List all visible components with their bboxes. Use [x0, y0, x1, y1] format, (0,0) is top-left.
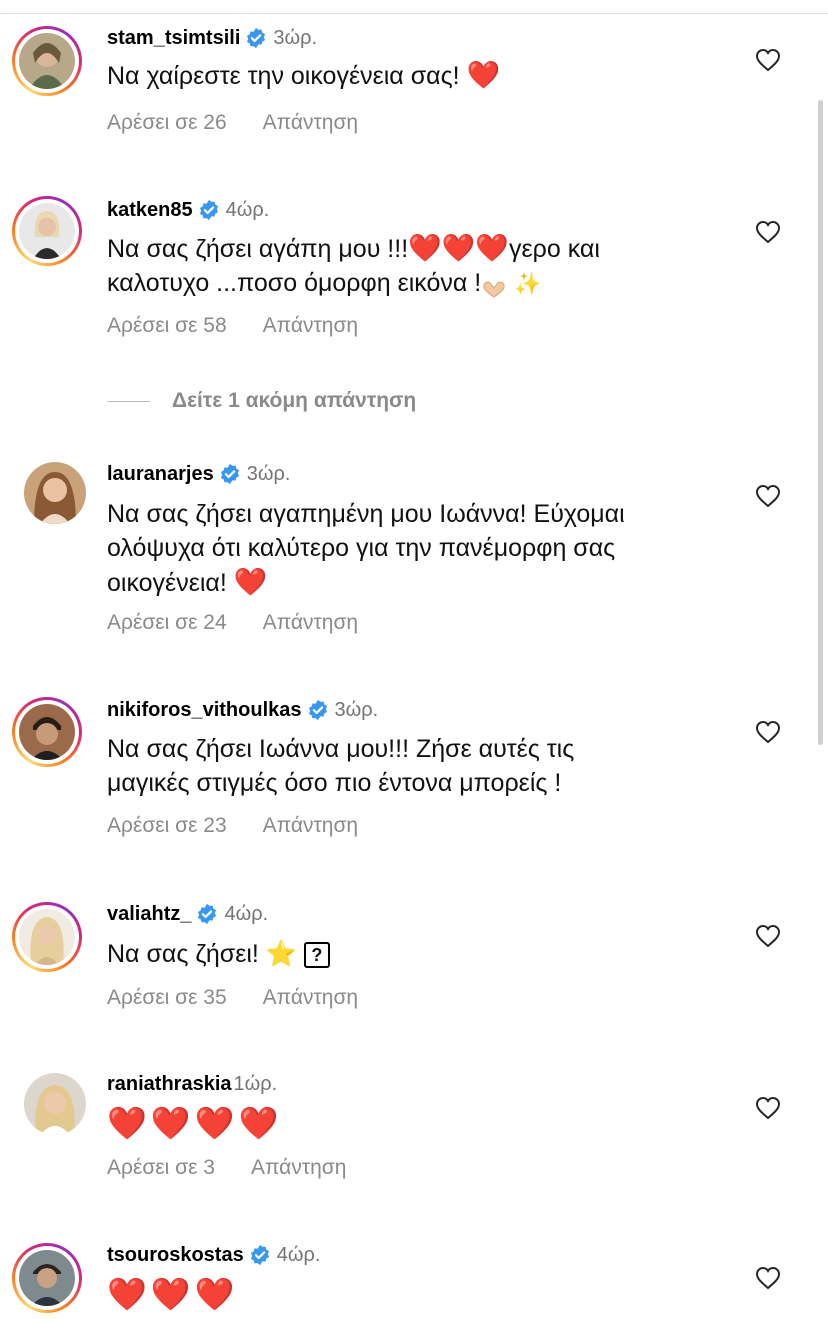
likes-count[interactable]: Αρέσει σε 35 [107, 986, 227, 1009]
comment-text-body: Να σας ζήσει αγαπημένη μου Ιωάννα! Εύχομ… [107, 500, 625, 528]
divider-line [107, 400, 150, 402]
username[interactable]: katken85 [107, 199, 193, 222]
comment-time: 3ώρ. [334, 698, 379, 721]
view-more-replies-button[interactable]: Δείτε 1 ακόμη απάντηση [107, 388, 416, 414]
reply-button[interactable]: Απάντηση [263, 611, 358, 634]
comment-time: 1ώρ. [233, 1072, 278, 1095]
top-divider [0, 13, 828, 14]
comment-time: 3ώρ. [246, 462, 291, 485]
comment-header: tsouroskostas 4ώρ. [107, 1241, 320, 1269]
comment-header: katken85 4ώρ. [107, 196, 269, 224]
avatar[interactable] [24, 462, 86, 524]
more-replies-label[interactable]: Δείτε 1 ακόμη απάντηση [172, 389, 416, 413]
like-heart-icon[interactable] [755, 220, 781, 244]
username[interactable]: tsouroskostas [107, 1244, 244, 1267]
reply-button[interactable]: Απάντηση [251, 1156, 346, 1179]
likes-count[interactable]: Αρέσει σε 26 [107, 111, 227, 134]
avatar[interactable] [12, 902, 82, 972]
comment-text-body: Να χαίρεστε την οικογένεια σας! [107, 62, 467, 90]
username[interactable]: raniathraskia [107, 1073, 232, 1096]
verified-badge-icon [245, 27, 267, 49]
avatar[interactable] [12, 697, 82, 767]
scrollbar[interactable] [818, 100, 823, 745]
comment-header: raniathraskia 1ώρ. [107, 1070, 277, 1098]
avatar[interactable] [12, 26, 82, 96]
likes-count[interactable]: Αρέσει σε 23 [107, 814, 227, 837]
comment-header: nikiforos_vithoulkas 3ώρ. [107, 696, 378, 724]
comment-text-body: Να σας ζήσει αγάπη μου !!! [107, 235, 409, 263]
comment-text-body: ολόψυχα ότι καλύτερο για την πανέμορφη σ… [107, 534, 616, 562]
heart-hands-emoji [481, 274, 507, 299]
verified-badge-icon [198, 199, 220, 221]
likes-count[interactable]: Αρέσει σε 24 [107, 611, 227, 634]
avatar[interactable] [12, 1243, 82, 1313]
comment-meta: Αρέσει σε 35 Απάντηση [107, 986, 358, 1010]
likes-count[interactable]: Αρέσει σε 3 [107, 1156, 215, 1179]
comment-time: 4ώρ. [224, 902, 269, 925]
comment-text: Να σας ζήσει Ιωάννα μου!!! Ζήσε αυτές τι… [107, 732, 757, 800]
comment-header: valiahtz_ 4ώρ. [107, 900, 268, 928]
like-heart-icon[interactable] [755, 924, 781, 948]
comment-text-body: οικογένεια! [107, 569, 234, 597]
comment-meta: Αρέσει σε 58 Απάντηση [107, 314, 358, 338]
reply-button[interactable]: Απάντηση [263, 814, 358, 837]
like-heart-icon[interactable] [755, 1266, 781, 1290]
red-heart-emoji: ❤️ [233, 567, 268, 597]
red-heart-emoji: ❤️❤️❤️ [107, 1276, 239, 1312]
verified-badge-icon [307, 699, 329, 721]
comment-text: ❤️❤️❤️ [107, 1277, 757, 1314]
comment-meta: Αρέσει σε 23 Απάντηση [107, 814, 358, 838]
like-heart-icon[interactable] [755, 484, 781, 508]
username[interactable]: stam_tsimtsili [107, 27, 240, 50]
comment-time: 4ώρ. [225, 198, 270, 221]
likes-count[interactable]: Αρέσει σε 58 [107, 314, 227, 337]
avatar[interactable] [12, 196, 82, 266]
comment-text-body: Να σας ζήσει! [107, 940, 266, 968]
like-heart-icon[interactable] [755, 720, 781, 744]
comment-text: Να σας ζήσει! ⭐ ? [107, 937, 757, 971]
like-heart-icon[interactable] [755, 1096, 781, 1120]
avatar[interactable] [24, 1073, 86, 1135]
comment-meta: Αρέσει σε 3 Απάντηση [107, 1156, 346, 1180]
red-heart-emoji: ❤️❤️❤️ [408, 233, 510, 263]
username[interactable]: nikiforos_vithoulkas [107, 699, 302, 722]
comment-text: Να σας ζήσει αγαπημένη μου Ιωάννα! Εύχομ… [107, 497, 757, 600]
username[interactable]: lauranarjes [107, 463, 214, 486]
comment-header: stam_tsimtsili 3ώρ. [107, 24, 317, 52]
comment-text-body: μαγικές στιγμές όσο πιο έντονα μπορείς ! [107, 769, 562, 797]
reply-button[interactable]: Απάντηση [263, 986, 358, 1009]
comment-text: Να χαίρεστε την οικογένεια σας! ❤️ [107, 58, 757, 93]
comment-text: Να σας ζήσει αγάπη μου !!!❤️❤️❤️γερο και… [107, 231, 757, 301]
comment-text-body: καλοτυχο ...ποσο όμορφη εικόνα ! [107, 269, 482, 297]
sparkles-emoji: ✨ [514, 271, 542, 296]
verified-badge-icon [219, 463, 241, 485]
username[interactable]: valiahtz_ [107, 903, 191, 926]
comment-time: 3ώρ. [273, 26, 318, 49]
verified-badge-icon [196, 903, 218, 925]
comment-text-body: Να σας ζήσει Ιωάννα μου!!! Ζήσε αυτές τι… [107, 735, 575, 763]
comment-header: lauranarjes 3ώρ. [107, 460, 290, 488]
red-heart-emoji: ❤️❤️❤️❤️ [107, 1105, 283, 1141]
comment-time: 4ώρ. [276, 1243, 321, 1266]
reply-button[interactable]: Απάντηση [263, 314, 358, 337]
unknown-glyph-box: ? [303, 942, 330, 969]
comment-text: ❤️❤️❤️❤️ [107, 1106, 757, 1143]
reply-button[interactable]: Απάντηση [263, 111, 358, 134]
verified-badge-icon [249, 1244, 271, 1266]
red-heart-emoji: ❤️ [466, 60, 501, 90]
comment-meta: Αρέσει σε 24 Απάντηση [107, 611, 358, 635]
star-emoji: ⭐ [265, 940, 297, 968]
like-heart-icon[interactable] [755, 48, 781, 72]
comment-meta: Αρέσει σε 26 Απάντηση [107, 111, 358, 135]
comment-text-body: γερο και [509, 235, 600, 263]
